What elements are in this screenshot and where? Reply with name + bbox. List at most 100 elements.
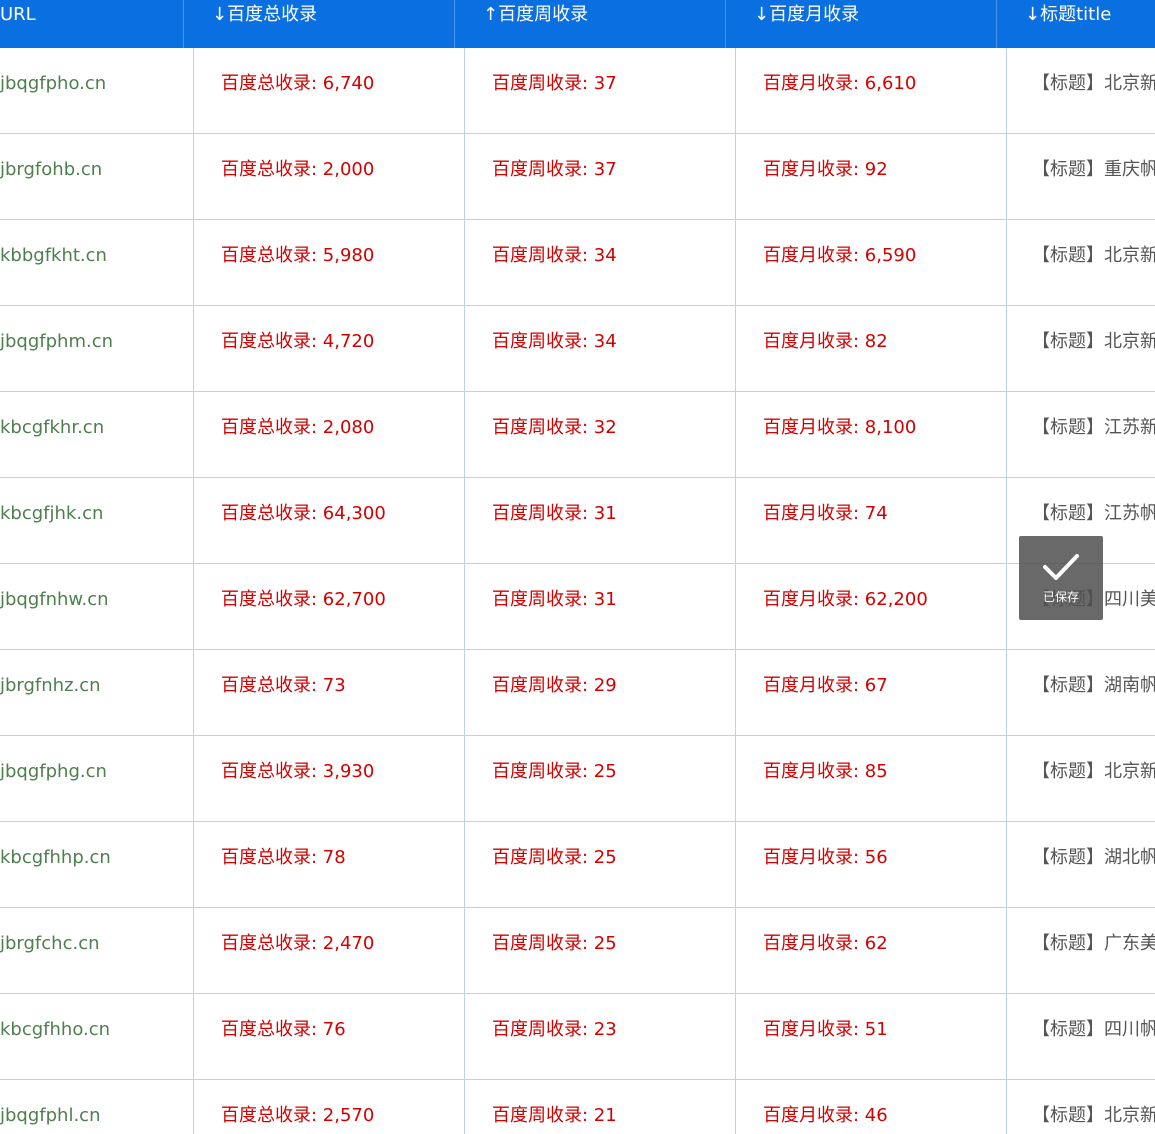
month-index-cell: 百度月收录: 6,590 xyxy=(763,245,917,266)
saved-toast: 已保存 xyxy=(1019,536,1103,620)
table-row: jbqgfphg.cn 百度总收录: 3,930 百度周收录: 25 百度月收录… xyxy=(0,736,1155,822)
total-index-cell: 百度总收录: 2,080 xyxy=(221,417,375,438)
title-cell: 【标题】湖北帆 xyxy=(1032,847,1155,868)
column-divider xyxy=(193,134,194,219)
column-divider xyxy=(464,564,465,649)
column-divider xyxy=(1006,48,1007,133)
column-divider xyxy=(1006,822,1007,907)
month-index-cell: 百度月收录: 6,610 xyxy=(763,73,917,94)
table-row: kbcgfkhr.cn 百度总收录: 2,080 百度周收录: 32 百度月收录… xyxy=(0,392,1155,478)
column-divider xyxy=(1006,220,1007,305)
month-index-cell: 百度月收录: 46 xyxy=(763,1105,888,1126)
url-cell[interactable]: jbqgfnhw.cn xyxy=(0,564,180,650)
table-row: jbrgfchc.cn 百度总收录: 2,470 百度周收录: 25 百度月收录… xyxy=(0,908,1155,994)
url-cell[interactable]: jbqgfpho.cn xyxy=(0,48,180,134)
title-cell: 【标题】重庆帆 xyxy=(1032,159,1155,180)
month-index-cell: 百度月收录: 82 xyxy=(763,331,888,352)
column-divider xyxy=(193,306,194,391)
column-divider xyxy=(1006,392,1007,477)
title-cell: 【标题】湖南帆 xyxy=(1032,675,1155,696)
column-divider xyxy=(193,478,194,563)
month-index-cell: 百度月收录: 62,200 xyxy=(763,589,928,610)
column-divider xyxy=(464,1080,465,1134)
week-index-cell: 百度周收录: 25 xyxy=(492,933,617,954)
title-cell: 【标题】北京新 xyxy=(1032,245,1155,266)
month-index-cell: 百度月收录: 74 xyxy=(763,503,888,524)
week-index-cell: 百度周收录: 25 xyxy=(492,847,617,868)
column-divider xyxy=(464,48,465,133)
header-divider xyxy=(996,0,997,48)
column-divider xyxy=(735,478,736,563)
title-cell: 【标题】广东美 xyxy=(1032,933,1155,954)
column-divider xyxy=(193,220,194,305)
week-index-cell: 百度周收录: 32 xyxy=(492,417,617,438)
week-index-cell: 百度周收录: 29 xyxy=(492,675,617,696)
week-index-cell: 百度周收录: 31 xyxy=(492,589,617,610)
column-divider xyxy=(735,736,736,821)
column-divider xyxy=(735,1080,736,1134)
url-cell[interactable]: jbqgfphg.cn xyxy=(0,736,180,822)
url-cell[interactable]: jbrgfnhz.cn xyxy=(0,650,180,736)
column-header-total[interactable]: ↓百度总收录 xyxy=(212,0,317,48)
column-divider xyxy=(464,306,465,391)
url-cell[interactable]: jbqgfphl.cn xyxy=(0,1080,180,1134)
column-header-url[interactable]: URL xyxy=(0,0,36,48)
url-cell[interactable]: kbbgfkht.cn xyxy=(0,220,180,306)
title-cell: 【标题】北京新 xyxy=(1032,73,1155,94)
url-cell[interactable]: jbqgfphm.cn xyxy=(0,306,180,392)
header-divider xyxy=(725,0,726,48)
week-index-cell: 百度周收录: 37 xyxy=(492,159,617,180)
total-index-cell: 百度总收录: 2,570 xyxy=(221,1105,375,1126)
column-divider xyxy=(193,736,194,821)
month-index-cell: 百度月收录: 92 xyxy=(763,159,888,180)
total-index-cell: 百度总收录: 4,720 xyxy=(221,331,375,352)
table-row: jbqgfnhw.cn 百度总收录: 62,700 百度周收录: 31 百度月收… xyxy=(0,564,1155,650)
month-index-cell: 百度月收录: 51 xyxy=(763,1019,888,1040)
total-index-cell: 百度总收录: 64,300 xyxy=(221,503,386,524)
column-divider xyxy=(1006,736,1007,821)
title-cell: 【标题】北京新 xyxy=(1032,761,1155,782)
week-index-cell: 百度周收录: 25 xyxy=(492,761,617,782)
column-divider xyxy=(1006,306,1007,391)
column-divider xyxy=(1006,650,1007,735)
column-divider xyxy=(464,134,465,219)
total-index-cell: 百度总收录: 76 xyxy=(221,1019,346,1040)
table-header: URL ↓百度总收录 ↑百度周收录 ↓百度月收录 ↓标题title xyxy=(0,0,1155,48)
week-index-cell: 百度周收录: 31 xyxy=(492,503,617,524)
toast-label: 已保存 xyxy=(1042,590,1079,604)
column-divider xyxy=(464,822,465,907)
table-body: jbqgfpho.cn 百度总收录: 6,740 百度周收录: 37 百度月收录… xyxy=(0,48,1155,1134)
url-cell[interactable]: kbcgfhho.cn xyxy=(0,994,180,1080)
total-index-cell: 百度总收录: 62,700 xyxy=(221,589,386,610)
column-divider xyxy=(1006,994,1007,1079)
column-divider xyxy=(1006,564,1007,649)
column-divider xyxy=(193,48,194,133)
column-header-week[interactable]: ↑百度周收录 xyxy=(483,0,588,48)
column-divider xyxy=(735,220,736,305)
column-divider xyxy=(1006,1080,1007,1134)
column-divider xyxy=(735,306,736,391)
table-viewport: URL ↓百度总收录 ↑百度周收录 ↓百度月收录 ↓标题title jbqgfp… xyxy=(0,0,1155,1134)
total-index-cell: 百度总收录: 3,930 xyxy=(221,761,375,782)
title-cell: 【标题】北京新 xyxy=(1032,1105,1155,1126)
total-index-cell: 百度总收录: 5,980 xyxy=(221,245,375,266)
table-row: jbqgfpho.cn 百度总收录: 6,740 百度周收录: 37 百度月收录… xyxy=(0,48,1155,134)
month-index-cell: 百度月收录: 8,100 xyxy=(763,417,917,438)
column-header-title[interactable]: ↓标题title xyxy=(1025,0,1111,48)
column-header-month[interactable]: ↓百度月收录 xyxy=(754,0,859,48)
total-index-cell: 百度总收录: 78 xyxy=(221,847,346,868)
table-row: jbrgfnhz.cn 百度总收录: 73 百度周收录: 29 百度月收录: 6… xyxy=(0,650,1155,736)
header-divider xyxy=(454,0,455,48)
url-cell[interactable]: kbcgfkhr.cn xyxy=(0,392,180,478)
column-divider xyxy=(193,822,194,907)
total-index-cell: 百度总收录: 6,740 xyxy=(221,73,375,94)
week-index-cell: 百度周收录: 23 xyxy=(492,1019,617,1040)
column-divider xyxy=(193,564,194,649)
table-row: kbcgfhhp.cn 百度总收录: 78 百度周收录: 25 百度月收录: 5… xyxy=(0,822,1155,908)
url-cell[interactable]: jbrgfohb.cn xyxy=(0,134,180,220)
url-cell[interactable]: jbrgfchc.cn xyxy=(0,908,180,994)
url-cell[interactable]: kbcgfhhp.cn xyxy=(0,822,180,908)
week-index-cell: 百度周收录: 34 xyxy=(492,331,617,352)
url-cell[interactable]: kbcgfjhk.cn xyxy=(0,478,180,564)
column-divider xyxy=(464,392,465,477)
